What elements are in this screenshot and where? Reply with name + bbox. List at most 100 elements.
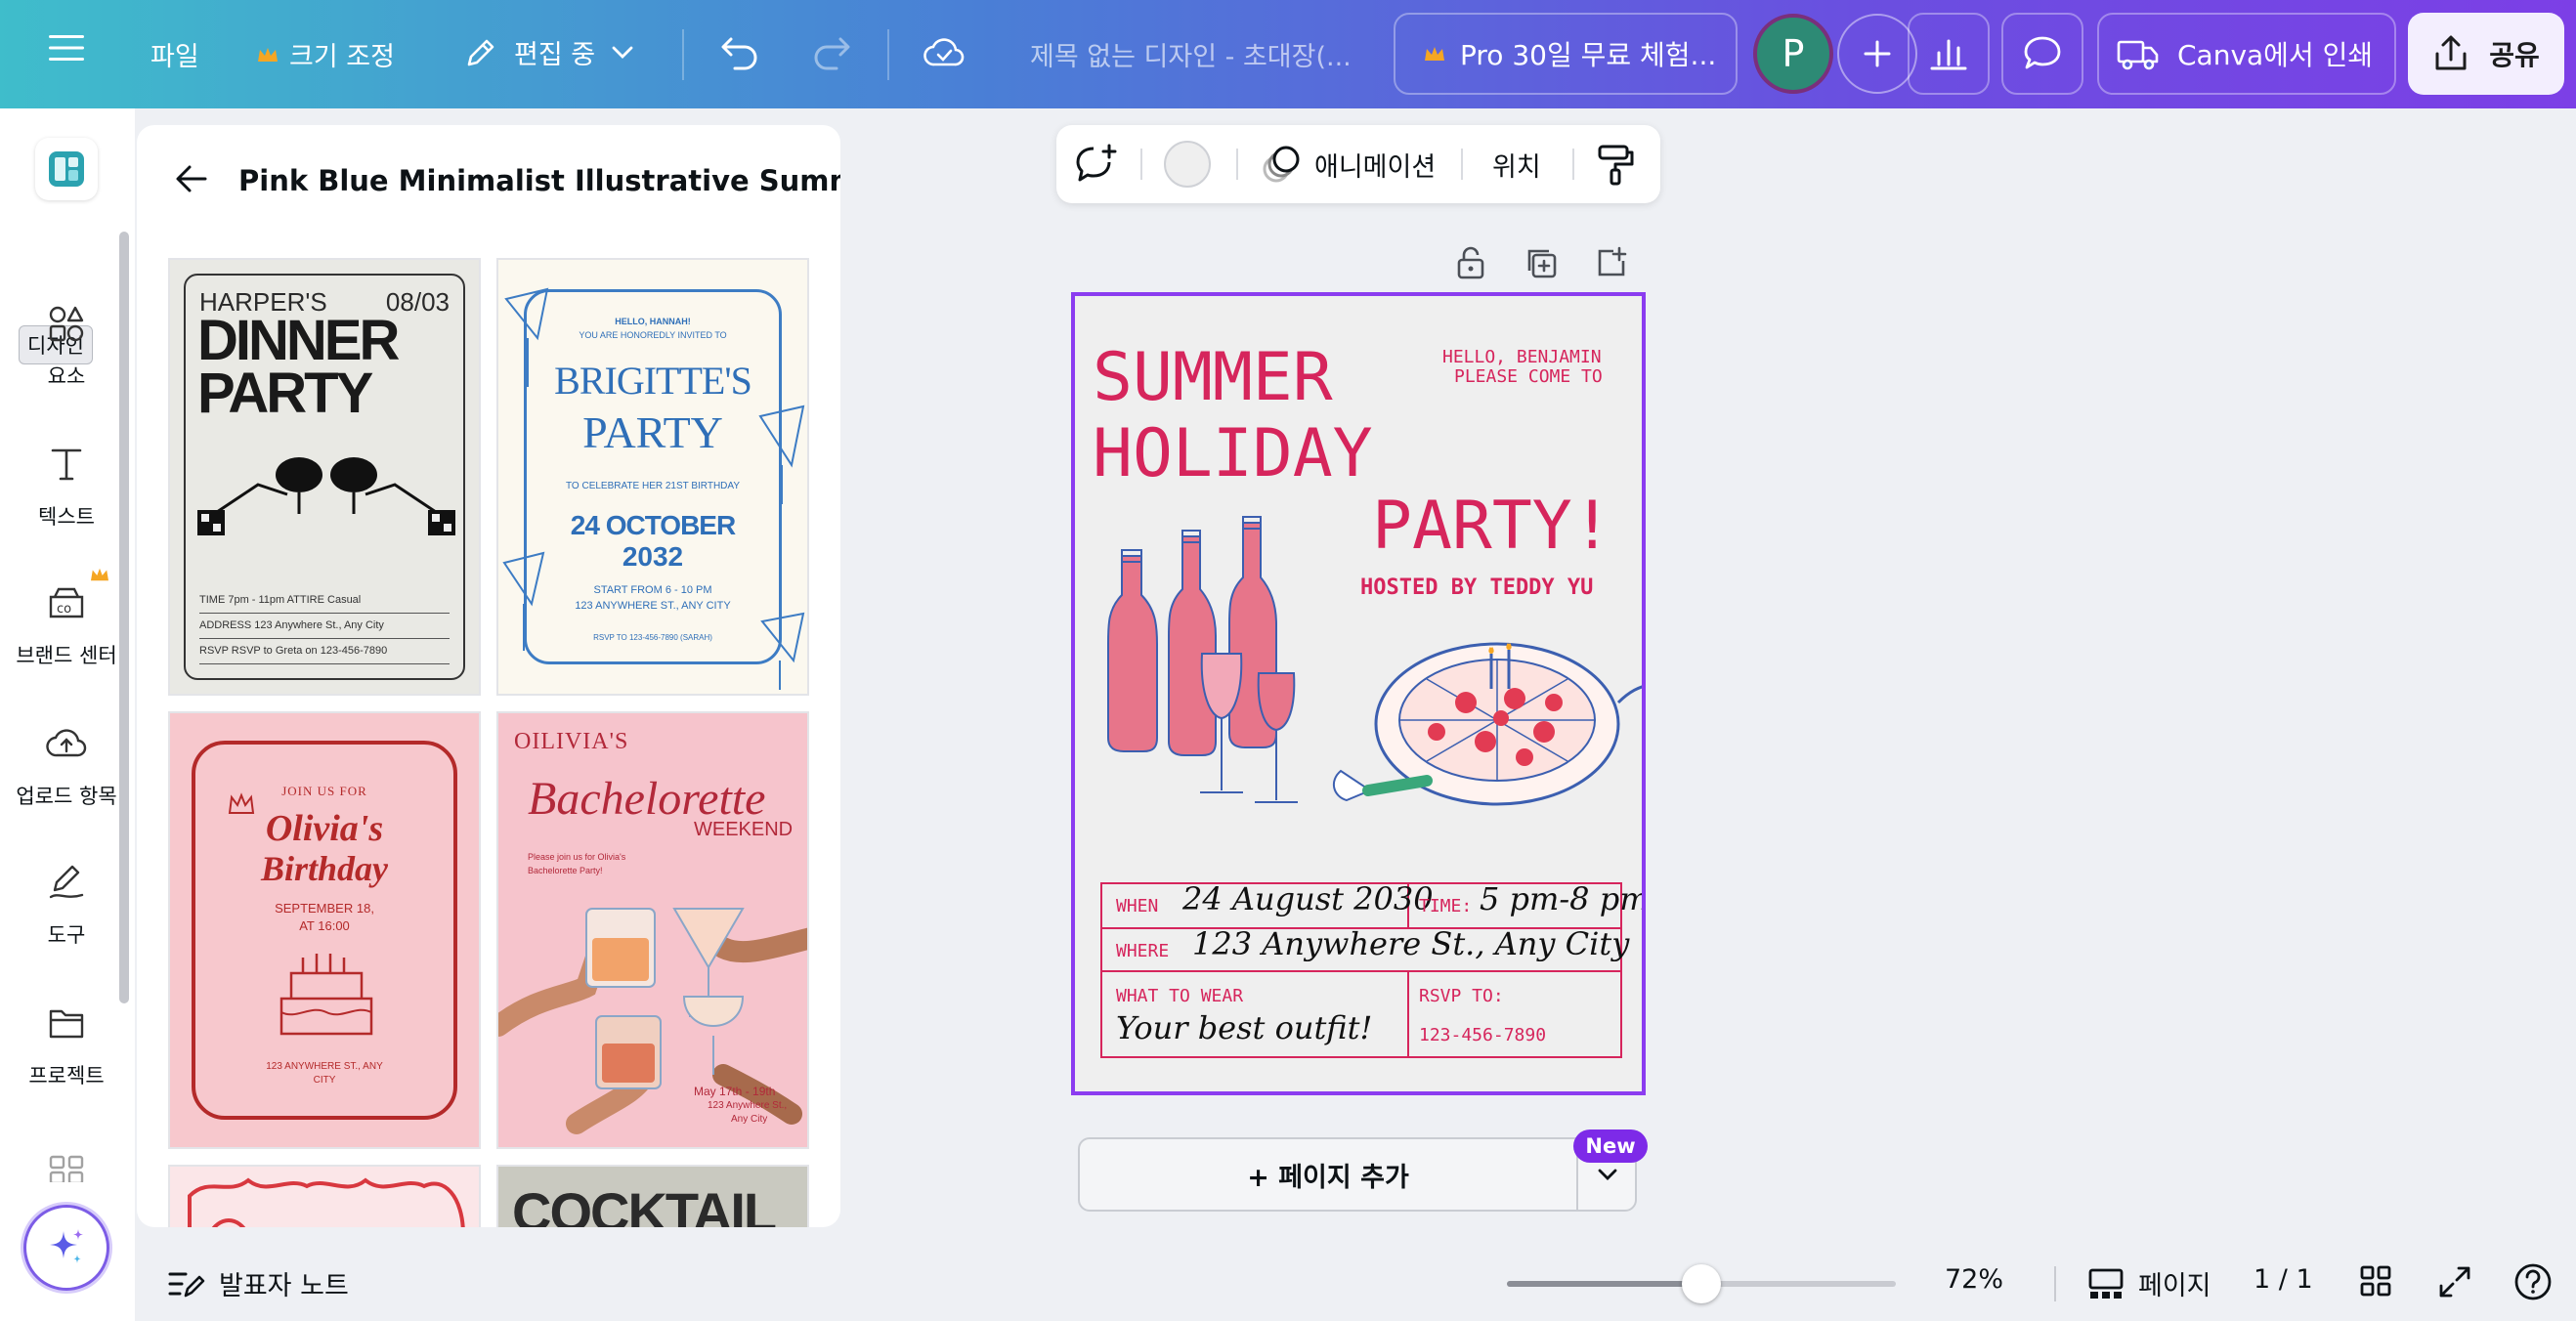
new-badge: New: [1573, 1129, 1648, 1163]
rail-item-elements[interactable]: 요소: [0, 292, 133, 390]
hamburger-menu-icon: [49, 35, 84, 61]
back-button[interactable]: [174, 162, 209, 199]
thumbnail-text: BRIGITTE'S: [554, 359, 752, 403]
pro-trial-button[interactable]: Pro 30일 무료 체험...: [1394, 13, 1738, 95]
lock-page-button[interactable]: [1448, 240, 1493, 285]
wear-value[interactable]: Your best outfit!: [1116, 1009, 1372, 1046]
rsvp-value[interactable]: 123-456-7890: [1419, 1025, 1546, 1045]
magic-assistant-button[interactable]: [23, 1205, 109, 1291]
document-title[interactable]: 제목 없는 디자인 - 초대장(...: [1030, 35, 1352, 73]
where-value[interactable]: 123 Anywhere St., Any City: [1192, 925, 1629, 962]
rail-item-projects[interactable]: 프로젝트: [0, 992, 133, 1089]
template-thumbnail-olivias-birthday[interactable]: JOIN US FOR Olivia's Birthday SEPTEMBER …: [168, 711, 481, 1149]
thumbnail-text: START FROM 6 - 10 PM: [593, 584, 712, 596]
template-thumbnail-bachelorette[interactable]: OILIVIA'S Bachelorette WEEKEND Please jo…: [496, 711, 809, 1149]
design-page[interactable]: SUMMER HOLIDAY PARTY! HELLO, BENJAMIN PL…: [1071, 292, 1646, 1095]
rail-item-tools[interactable]: 도구: [0, 851, 133, 949]
print-with-canva-button[interactable]: Canva에서 인쇄: [2097, 13, 2396, 95]
rsvp-label[interactable]: RSVP TO:: [1419, 986, 1504, 1006]
time-value[interactable]: 5 pm-8 pm: [1480, 880, 1642, 917]
pages-label: 페이지: [2138, 1271, 2211, 1301]
thumbnail-text: WEEKEND: [694, 819, 794, 840]
thumbnail-text: TO CELEBRATE HER 21ST BIRTHDAY: [565, 481, 740, 491]
rail-item-brand-center[interactable]: co 브랜드 센터: [0, 568, 133, 669]
time-label[interactable]: TIME:: [1419, 896, 1472, 916]
design-greeting-line2[interactable]: PLEASE COME TO: [1454, 366, 1603, 387]
design-greeting-line1[interactable]: HELLO, BENJAMIN: [1442, 347, 1602, 367]
duplicate-page-button[interactable]: [1519, 240, 1564, 285]
file-menu-button[interactable]: 파일: [150, 35, 199, 73]
svg-text:co: co: [57, 602, 71, 617]
rail-item-apps[interactable]: [0, 1136, 133, 1199]
template-thumbnail-partial[interactable]: [168, 1165, 481, 1227]
animate-button[interactable]: 애니메이션: [1260, 125, 1436, 203]
help-question-icon: [2514, 1263, 2552, 1300]
when-value[interactable]: 24 August 2030: [1182, 880, 1434, 917]
plus-icon: [1864, 40, 1891, 67]
rail-item-text[interactable]: 텍스트: [0, 433, 133, 531]
template-thumbnail-dinner-party[interactable]: HARPER'S 08/03 DINNER PARTY TIME 7pm - 11…: [168, 258, 481, 696]
thumbnail-text: YOU ARE HONOREDLY INVITED TO: [579, 330, 727, 340]
color-swatch: [1164, 141, 1211, 188]
comments-button[interactable]: [2001, 13, 2083, 95]
fullscreen-button[interactable]: [2437, 1264, 2472, 1300]
cloud-check-icon: [923, 38, 965, 66]
wine-and-pizza-illustration[interactable]: [1095, 507, 1646, 820]
thumbnail-text: TIME 7pm - 11pm ATTIRE Casual: [199, 594, 450, 614]
thumbnail-text: Bachelorette Party!: [528, 866, 603, 875]
comment-bubble-icon: [2024, 36, 2061, 69]
pro-trial-label: Pro 30일 무료 체험...: [1460, 39, 1717, 71]
editing-mode-dropdown[interactable]: 편집 중: [463, 33, 634, 71]
table-rule: [1407, 970, 1409, 1058]
position-button[interactable]: 위치: [1492, 125, 1541, 203]
add-page-button[interactable]: + 페이지 추가: [1080, 1139, 1576, 1210]
grid-view-icon: [2360, 1265, 2391, 1297]
design-title-line2[interactable]: HOLIDAY: [1093, 415, 1373, 492]
panel-header: Pink Blue Minimalist Illustrative Summe.…: [137, 125, 840, 238]
rail-label: 브랜드 센터: [16, 644, 117, 667]
add-new-page-button[interactable]: [1589, 240, 1634, 285]
grid-view-button[interactable]: [2359, 1264, 2392, 1298]
thumbnail-text: SEPTEMBER 18,: [275, 901, 374, 916]
redo-icon: [814, 37, 850, 70]
rail-label: 업로드 항목: [16, 785, 117, 808]
undo-button[interactable]: [719, 33, 760, 70]
wear-label[interactable]: WHAT TO WEAR: [1116, 986, 1243, 1006]
zoom-level-button[interactable]: 72%: [1945, 1264, 2003, 1295]
redo-button[interactable]: [811, 33, 852, 70]
resize-button[interactable]: 크기 조정: [256, 35, 395, 73]
animation-circles-icon: [1263, 146, 1300, 183]
design-title-line1[interactable]: SUMMER: [1093, 339, 1333, 416]
elements-icon: [35, 292, 98, 355]
invite-button[interactable]: [1837, 14, 1917, 94]
template-thumbnail-cocktail[interactable]: COCKTAIL: [496, 1165, 809, 1227]
rail-label: 요소: [47, 364, 86, 388]
editing-mode-label: 편집 중: [514, 40, 596, 70]
zoom-slider-handle[interactable]: [1682, 1264, 1721, 1303]
rail-item-design[interactable]: [0, 138, 133, 200]
thumbnail-text: ADDRESS 123 Anywhere St., Any City: [199, 619, 450, 639]
copy-style-button[interactable]: [1596, 125, 1635, 203]
template-thumbnail-brigittes-party[interactable]: HELLO, HANNAH! YOU ARE HONOREDLY INVITED…: [496, 258, 809, 696]
expand-arrows-icon: [2439, 1266, 2470, 1298]
main-menu-button[interactable]: [49, 33, 84, 63]
sparkle-icon: [50, 1229, 83, 1263]
insights-button[interactable]: [1908, 13, 1990, 95]
folder-icon: [35, 992, 98, 1054]
color-picker-button[interactable]: [1164, 125, 1211, 203]
rail-scrollbar[interactable]: [119, 232, 129, 1003]
thumbnail-text: Any City: [731, 1114, 768, 1125]
share-button[interactable]: 공유: [2408, 13, 2564, 95]
rail-item-uploads[interactable]: 업로드 항목: [0, 712, 133, 810]
add-comment-button[interactable]: [1074, 125, 1119, 203]
help-button[interactable]: [2513, 1262, 2553, 1301]
thumbnail-text: May 17th - 19th: [694, 1085, 776, 1098]
add-page-icon: [1598, 246, 1627, 277]
text-icon: [35, 433, 98, 495]
when-label[interactable]: WHEN: [1116, 896, 1158, 916]
pages-button[interactable]: 페이지: [2087, 1264, 2211, 1302]
user-avatar[interactable]: P: [1753, 14, 1833, 94]
presenter-notes-button[interactable]: 발표자 노트: [166, 1264, 349, 1302]
save-status-button[interactable]: [923, 35, 966, 68]
where-label[interactable]: WHERE: [1116, 941, 1169, 961]
